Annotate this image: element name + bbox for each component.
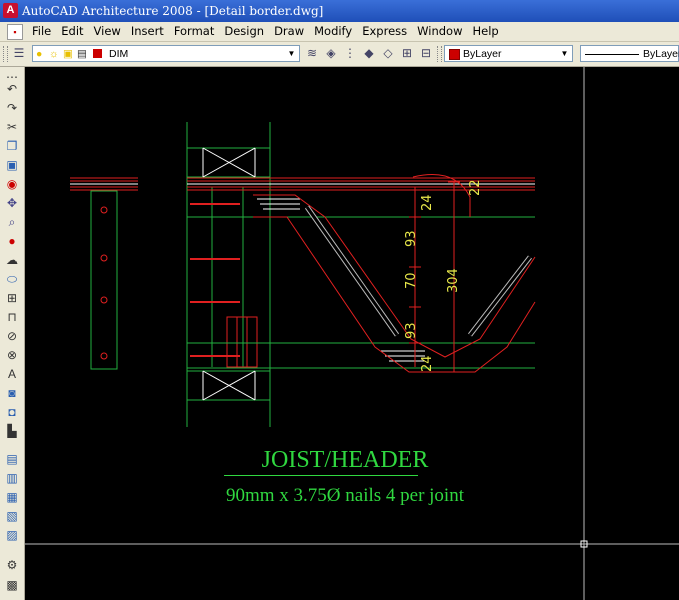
linetype-value: ByLayer <box>643 48 679 60</box>
menu-help[interactable]: Help <box>468 22 504 41</box>
copy-icon[interactable]: ❐ <box>4 138 20 154</box>
paste-icon[interactable]: ▣ <box>4 157 20 173</box>
sun-icon: ☼ <box>49 48 59 60</box>
layers-toolbar: ☰ ● ☼ ▣ ▤ DIM ▼ ≋ ◈ ⋮ ◆ ◇ ⊞ ⊟ ByLayer ▼ … <box>0 42 679 67</box>
rotate-icon[interactable]: ⊘ <box>4 328 20 344</box>
chevron-down-icon[interactable]: ▼ <box>558 47 571 60</box>
window-tool-icon[interactable]: ▤ <box>4 451 20 467</box>
layer-states-icon[interactable]: ⊟ <box>419 46 433 60</box>
draw-toolbar: ⋯ ↶ ↷ ✂ ❐ ▣ ◉ ✥ ⌕ ● ☁ ⬭ ⊞ ⊓ ⊘ ⊗ A ◙ ◘ ▙ … <box>0 67 25 600</box>
plot-icon: ▤ <box>77 48 87 60</box>
toolbar-grip[interactable] <box>3 46 8 62</box>
cut-icon[interactable]: ✂ <box>4 119 20 135</box>
layer-color-swatch <box>93 49 102 58</box>
window-title: AutoCAD Architecture 2008 - [Detail bord… <box>22 4 324 18</box>
wall-tool-icon[interactable]: ▦ <box>4 489 20 505</box>
text-icon[interactable]: A <box>4 366 20 382</box>
menu-bar: ▪ File Edit View Insert Format Design Dr… <box>0 22 679 42</box>
layer-dropdown[interactable]: ● ☼ ▣ ▤ DIM ▼ <box>32 45 300 62</box>
revcloud-icon[interactable]: ☁ <box>4 252 20 268</box>
dim-304: 304 <box>446 268 461 293</box>
layer-freeze-icon[interactable]: ◆ <box>362 46 376 60</box>
drawing-svg: 24 22 93 70 304 93 24 <box>25 67 679 600</box>
dim-24-bottom: 24 <box>420 355 435 372</box>
title-bar: A AutoCAD Architecture 2008 - [Detail bo… <box>0 0 679 22</box>
palette-icon[interactable]: ▩ <box>4 577 20 593</box>
header-elevation <box>186 122 271 427</box>
dim-22: 22 <box>468 179 483 196</box>
block-icon[interactable]: ◙ <box>4 385 20 401</box>
menu-express[interactable]: Express <box>358 22 413 41</box>
toolbar-grip-2[interactable] <box>437 46 442 62</box>
pan-icon[interactable]: ✥ <box>4 195 20 211</box>
layer-walk-icon[interactable]: ⊞ <box>400 46 414 60</box>
circle-icon[interactable]: ● <box>4 233 20 249</box>
autocad-app-icon[interactable]: A <box>3 3 18 18</box>
menu-file[interactable]: File <box>28 22 57 41</box>
menu-view[interactable]: View <box>90 22 127 41</box>
measure-icon[interactable]: ⊗ <box>4 347 20 363</box>
table-icon[interactable]: ⊓ <box>4 309 20 325</box>
dim-93-top: 93 <box>404 230 419 247</box>
truss-chords <box>187 177 535 369</box>
chevron-down-icon[interactable]: ▼ <box>285 47 298 60</box>
undo-icon[interactable]: ↶ <box>4 81 20 97</box>
layer-manager-icon[interactable]: ☰ <box>12 46 26 60</box>
layer-off-icon[interactable]: ◇ <box>381 46 395 60</box>
space-tool-icon[interactable]: ▧ <box>4 508 20 524</box>
offset-icon[interactable]: ◉ <box>4 176 20 192</box>
menu-draw[interactable]: Draw <box>270 22 310 41</box>
dim-70: 70 <box>404 272 419 289</box>
menu-edit[interactable]: Edit <box>57 22 89 41</box>
linetype-dropdown[interactable]: ByLayer <box>580 45 679 62</box>
insert-block-icon[interactable]: ◘ <box>4 404 20 420</box>
unlocked-icon: ▣ <box>63 48 73 60</box>
menu-design[interactable]: Design <box>220 22 270 41</box>
lightbulb-icon: ● <box>36 48 43 60</box>
ellipse-icon[interactable]: ⬭ <box>4 271 20 287</box>
redo-icon[interactable]: ↷ <box>4 100 20 116</box>
door-tool-icon[interactable]: ▥ <box>4 470 20 486</box>
color-swatch <box>449 49 460 60</box>
title-underline <box>224 475 418 476</box>
drawing-title: JOIST/HEADER <box>261 447 429 473</box>
menu-insert[interactable]: Insert <box>127 22 170 41</box>
stairs-icon[interactable]: ▙ <box>4 423 20 439</box>
color-dropdown[interactable]: ByLayer ▼ <box>444 45 573 62</box>
properties-icon[interactable]: ⚙ <box>4 557 20 573</box>
color-value: ByLayer <box>463 48 502 60</box>
linetype-preview <box>585 54 639 55</box>
layer-previous-icon[interactable]: ≋ <box>305 46 319 60</box>
drawing-canvas[interactable]: 24 22 93 70 304 93 24 JOIST/HEADER 90mm … <box>25 67 679 600</box>
slab-tool-icon[interactable]: ▨ <box>4 527 20 543</box>
zoom-realtime-icon[interactable]: ⌕ <box>4 214 20 230</box>
layer-isolate-icon[interactable]: ⋮ <box>343 46 357 60</box>
post-section <box>70 177 138 370</box>
dim-93-bottom: 93 <box>404 322 419 339</box>
drawing-note: 90mm x 3.75Ø nails 4 per joint <box>225 485 464 506</box>
document-icon[interactable]: ▪ <box>7 24 23 40</box>
array-icon[interactable]: ⊞ <box>4 290 20 306</box>
layer-name: DIM <box>109 48 129 60</box>
menu-format[interactable]: Format <box>170 22 221 41</box>
menu-window[interactable]: Window <box>413 22 468 41</box>
menu-modify[interactable]: Modify <box>310 22 358 41</box>
dim-24-top: 24 <box>420 194 435 211</box>
make-current-icon[interactable]: ◈ <box>324 46 338 60</box>
